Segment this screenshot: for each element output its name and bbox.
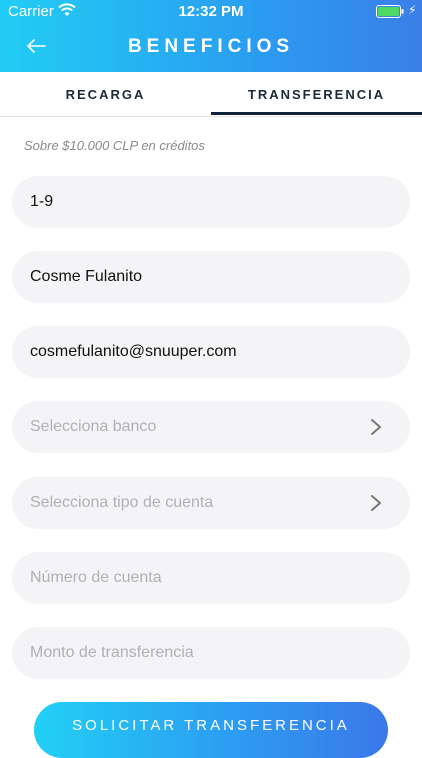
account-number-input[interactable] <box>30 569 350 587</box>
header: Carrier 12:32 PM ⚡ BENEFICIOS <box>0 0 422 72</box>
clock: 12:32 PM <box>178 3 244 20</box>
name-input[interactable] <box>30 268 350 286</box>
email-field <box>12 326 410 378</box>
tab-recarga[interactable]: RECARGA <box>0 72 211 116</box>
account-type-placeholder: Selecciona tipo de cuenta <box>30 494 214 511</box>
chevron-right-icon <box>371 495 381 511</box>
email-input[interactable] <box>30 343 350 361</box>
credits-note: Sobre $10.000 CLP en créditos <box>24 138 205 153</box>
nav-bar: BENEFICIOS <box>0 24 422 72</box>
charging-icon: ⚡ <box>408 3 417 17</box>
name-field <box>12 251 410 303</box>
status-bar: Carrier 12:32 PM ⚡ <box>0 0 422 24</box>
tab-indicator <box>211 112 422 115</box>
rut-field <box>12 176 410 228</box>
battery-icon <box>376 5 404 18</box>
tab-bar: RECARGA TRANSFERENCIA <box>0 72 422 117</box>
account-number-field <box>12 552 410 604</box>
amount-input[interactable] <box>30 644 350 662</box>
amount-field <box>12 627 410 679</box>
bank-select-placeholder: Selecciona banco <box>30 418 157 435</box>
page-title: BENEFICIOS <box>127 36 295 57</box>
tab-transferencia[interactable]: TRANSFERENCIA <box>211 72 422 116</box>
rut-input[interactable] <box>30 193 350 211</box>
bank-select[interactable]: Selecciona banco <box>12 401 410 453</box>
chevron-right-icon <box>371 419 381 435</box>
account-type-select[interactable]: Selecciona tipo de cuenta <box>12 477 410 529</box>
